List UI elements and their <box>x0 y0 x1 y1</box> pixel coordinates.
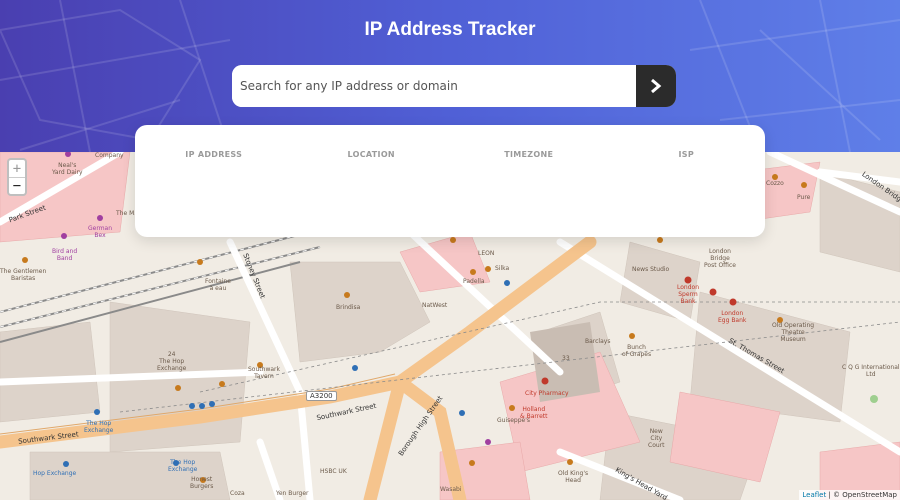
isp-section: ISP <box>608 125 766 237</box>
chevron-right-icon <box>651 78 662 94</box>
road-a3200: A3200 <box>306 391 337 401</box>
ip-address-label: IP ADDRESS <box>185 150 243 159</box>
timezone-section: TIMEZONE <box>450 125 608 237</box>
leaflet-link[interactable]: Leaflet <box>802 491 826 499</box>
poi-gentlemen-baristas: The Gentlemen Baristas <box>0 268 47 282</box>
poi-new-city-court: New City Court <box>648 428 665 449</box>
osm-attribution-text: | © OpenStreetMap <box>828 491 897 499</box>
poi-old-operating-theatre: Old Operating Theatre Museum <box>772 322 815 343</box>
poi-leon: LEON <box>478 250 495 257</box>
poi-24-hop-exchange: 24 The Hop Exchange <box>157 351 187 372</box>
building-number-33: 33 <box>562 355 570 362</box>
poi-city-pharmacy: City Pharmacy <box>525 390 569 397</box>
location-value <box>293 165 451 185</box>
poi-padella: Padella <box>463 278 485 285</box>
timezone-label: TIMEZONE <box>504 150 554 159</box>
poi-wasabi: Wasabi <box>440 486 462 493</box>
zoom-in-button[interactable]: + <box>9 160 25 177</box>
poi-bunch-of-grapes: Bunch of Grapes <box>622 344 652 358</box>
search-submit-button[interactable] <box>636 65 676 107</box>
search-input[interactable] <box>232 65 636 107</box>
poi-german-bex: German Bex <box>88 225 113 239</box>
poi-company: Company <box>95 152 124 159</box>
poi-guiseppes: Guiseppe's <box>497 417 531 424</box>
poi-cqg: C Q G International Ltd <box>842 364 900 378</box>
poi-honest-burgers: Honest Burgers <box>190 476 214 490</box>
poi-hop-exchange-bus: The Hop Exchange <box>84 420 114 434</box>
poi-southwark-tavern: Southwark Tavern <box>248 366 280 380</box>
zoom-out-button[interactable]: − <box>9 177 25 194</box>
poi-egg-bank: London Egg Bank <box>718 310 747 324</box>
poi-brindisa: Brindisa <box>336 304 361 311</box>
map-attribution: Leaflet | © OpenStreetMap <box>799 490 900 500</box>
poi-fontaine: Fontaine à eau <box>205 278 231 292</box>
poi-hop-exchange-stop: The Hop Exchange <box>168 459 198 473</box>
poi-hop-exchange-label: Hop Exchange <box>33 470 77 477</box>
isp-value <box>608 165 766 185</box>
poi-barclays: Barclays <box>585 338 611 345</box>
poi-news-studio: News Studio <box>632 266 670 273</box>
poi-bird-and-band: Bird and Band <box>52 248 78 262</box>
isp-label: ISP <box>678 150 694 159</box>
search-form <box>232 65 676 107</box>
poi-old-kings-head: Old King's Head <box>558 470 589 484</box>
ip-address-section: IP ADDRESS <box>135 125 293 237</box>
poi-cozzo: Cozzo <box>766 180 784 187</box>
location-section: LOCATION <box>293 125 451 237</box>
ip-address-value <box>135 165 293 185</box>
poi-hsbc: HSBC UK <box>320 468 347 475</box>
page-title: IP Address Tracker <box>364 19 536 40</box>
timezone-value <box>450 165 608 185</box>
poi-coza: Coza <box>230 490 245 497</box>
ip-info-card: IP ADDRESS LOCATION TIMEZONE ISP <box>135 125 765 237</box>
poi-neals-yard: Neal's Yard Dairy <box>52 162 83 176</box>
poi-yen-burger: Yen Burger <box>276 490 309 497</box>
poi-london-bridge-post-office: London Bridge Post Office <box>704 248 736 269</box>
poi-pure: Pure <box>797 194 811 201</box>
map-zoom-control: + − <box>7 158 27 196</box>
location-label: LOCATION <box>347 150 395 159</box>
poi-sperm-bank: London Sperm Bank <box>677 284 699 305</box>
poi-natwest: NatWest <box>422 302 448 309</box>
poi-silka: Silka <box>495 265 510 272</box>
